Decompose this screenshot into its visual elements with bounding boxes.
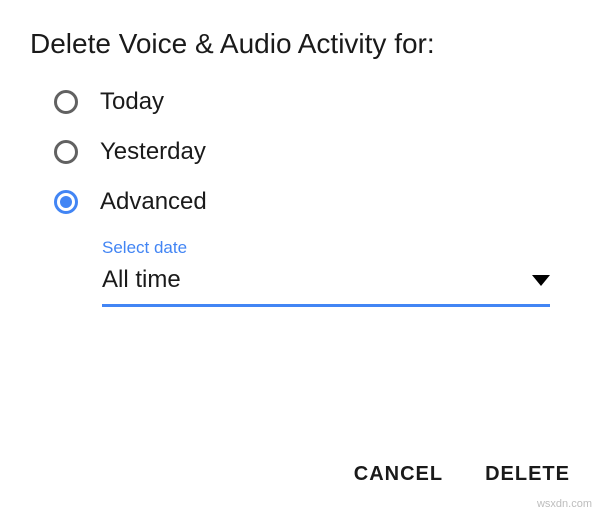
- delete-button[interactable]: DELETE: [485, 463, 570, 486]
- radio-option-advanced[interactable]: Advanced: [54, 188, 570, 216]
- radio-option-yesterday[interactable]: Yesterday: [54, 138, 570, 166]
- radio-circle-selected-icon: [54, 190, 78, 214]
- date-select-dropdown[interactable]: All time: [102, 266, 550, 307]
- chevron-down-icon: [532, 275, 550, 286]
- date-select-section: Select date All time: [102, 238, 550, 307]
- radio-option-today[interactable]: Today: [54, 88, 570, 116]
- dialog-title: Delete Voice & Audio Activity for:: [30, 28, 570, 60]
- radio-label: Advanced: [100, 188, 207, 216]
- radio-label: Yesterday: [100, 138, 206, 166]
- radio-dot-icon: [60, 196, 72, 208]
- radio-circle-icon: [54, 90, 78, 114]
- watermark-text: wsxdn.com: [537, 498, 592, 510]
- dialog-actions: CANCEL DELETE: [354, 463, 570, 486]
- cancel-button[interactable]: CANCEL: [354, 463, 443, 486]
- date-select-value: All time: [102, 266, 181, 294]
- radio-label: Today: [100, 88, 164, 116]
- time-range-radio-group: Today Yesterday Advanced: [30, 88, 570, 216]
- date-select-label: Select date: [102, 238, 550, 258]
- radio-circle-icon: [54, 140, 78, 164]
